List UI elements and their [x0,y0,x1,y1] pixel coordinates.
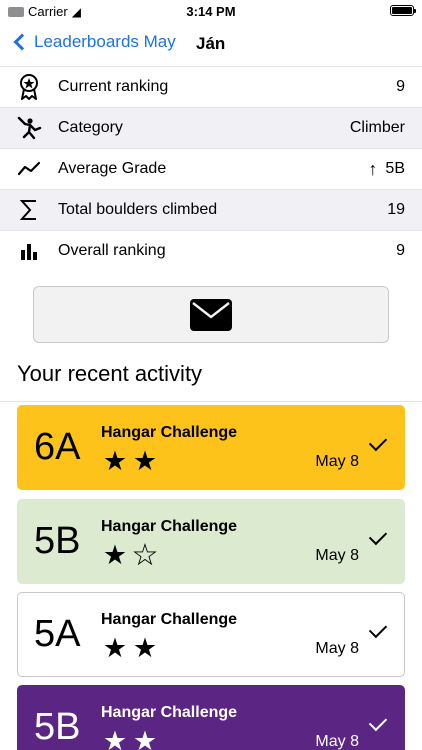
stat-value: 19 [387,201,405,218]
activity-card[interactable]: 5A Hangar Challenge ★ ★ ★ ★ ★ May 8 [17,592,405,677]
star-empty-icon: ★ [192,726,218,750]
stat-label: Current ranking [58,78,169,95]
star-filled-icon: ★ [132,726,158,750]
star-filled-icon: ★ [132,633,158,663]
activity-date: May 8 [315,547,359,564]
stat-value: 9 [396,78,405,95]
star-filled-icon: ★ [102,446,128,476]
stat-row-overall-ranking: Overall ranking 9 [0,230,422,271]
navigation-bar: Leaderboards May Ján [0,22,422,66]
star-empty-icon: ★ [162,726,188,750]
star-empty-icon: ★ [222,540,248,570]
climber-icon [0,108,58,149]
chevron-left-icon [13,33,31,51]
activity-name: Hangar Challenge [101,611,238,628]
activity-name: Hangar Challenge [101,704,238,721]
status-time: 3:14 PM [186,4,236,19]
mail-button[interactable] [33,286,389,343]
star-rating: ★ ★ ★ ★ ★ [101,540,249,570]
stat-row-current-ranking: Current ranking 9 [0,66,422,107]
arrow-up-icon: ↑ [368,159,378,179]
activity-card[interactable]: 6A Hangar Challenge ★ ★ ★ ★ ★ May 8 [17,405,405,490]
star-empty-icon: ★ [192,633,218,663]
envelope-icon [190,298,232,331]
star-filled-icon: ★ [102,540,128,570]
stat-value: 9 [396,242,405,259]
checkmark-icon [368,619,388,639]
stat-value-group: ↑ 5B [368,160,405,178]
stat-row-total-boulders: Total boulders climbed 19 [0,189,422,230]
star-rating: ★ ★ ★ ★ ★ [101,633,249,663]
star-rating: ★ ★ ★ ★ ★ [101,446,249,476]
activity-grade: 5B [34,520,81,562]
stat-label: Category [58,119,123,136]
stat-row-category: Category Climber [0,107,422,148]
star-empty-icon: ★ [222,633,248,663]
back-button-label: Leaderboards May [34,32,176,51]
stat-label: Overall ranking [58,242,166,259]
star-empty-icon: ★ [222,446,248,476]
stats-list: Current ranking 9 Category Climber Avera… [0,66,422,271]
star-empty-icon: ★ [162,633,188,663]
divider [0,401,422,402]
back-button[interactable]: Leaderboards May [10,32,176,52]
stat-label: Average Grade [58,160,167,177]
trend-line-icon [0,149,58,190]
activity-grade: 6A [34,426,81,468]
checkmark-icon [368,712,388,732]
medal-icon [0,67,58,108]
battery-icon [390,5,416,16]
star-filled-icon: ★ [102,633,128,663]
star-half-icon: ★ [132,540,158,570]
activity-grade: 5A [34,613,81,655]
star-empty-icon: ★ [222,726,248,750]
stat-row-average-grade: Average Grade ↑ 5B [0,148,422,189]
section-title: Your recent activity [17,361,203,386]
activity-card[interactable]: 5B Hangar Challenge ★ ★ ★ ★ ★ May 8 [17,499,405,584]
star-empty-icon: ★ [162,446,188,476]
activity-date: May 8 [315,640,359,657]
status-bar: Carrier ◢ 3:14 PM [0,0,422,22]
activity-date: May 8 [315,453,359,470]
activity-grade: 5B [34,706,81,748]
star-empty-icon: ★ [192,540,218,570]
checkmark-icon [368,432,388,452]
activity-name: Hangar Challenge [101,424,238,441]
bar-chart-icon [0,231,58,272]
star-empty-icon: ★ [192,446,218,476]
sigma-icon [0,190,58,231]
checkmark-icon [368,526,388,546]
stat-value: 5B [385,160,405,177]
stat-label: Total boulders climbed [58,201,218,218]
stat-value: Climber [349,119,405,136]
activity-name: Hangar Challenge [101,518,238,535]
star-filled-icon: ★ [132,446,158,476]
star-filled-icon: ★ [102,726,128,750]
star-empty-icon: ★ [162,540,188,570]
star-rating: ★ ★ ★ ★ ★ [101,726,249,750]
page-title: Ján [196,34,226,53]
activity-date: May 8 [315,733,359,750]
activity-card[interactable]: 5B Hangar Challenge ★ ★ ★ ★ ★ May 8 [17,685,405,750]
